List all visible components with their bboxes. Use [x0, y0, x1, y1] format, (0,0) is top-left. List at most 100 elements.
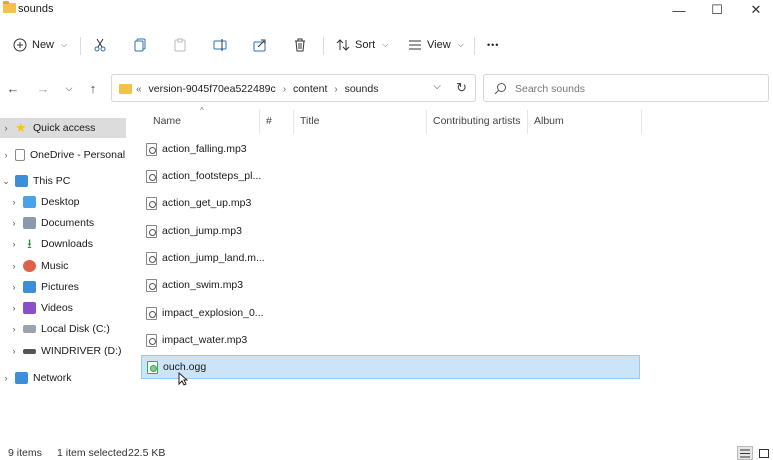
more-options-button[interactable]: ••• [487, 35, 499, 55]
audio-file-icon [146, 333, 157, 347]
file-row[interactable]: action_falling.mp3 [141, 137, 640, 161]
maximize-button[interactable]: ☐ [698, 0, 736, 20]
file-name: action_jump_land.m... [162, 252, 265, 264]
column-divider[interactable] [527, 110, 528, 134]
column-header-album[interactable]: Album [534, 115, 564, 127]
column-divider[interactable] [293, 110, 294, 134]
address-bar[interactable]: « version-9045f70ea522489c › content › s… [111, 74, 476, 102]
collapse-chevron-icon[interactable]: ⌄ [0, 176, 12, 187]
expand-chevron-icon[interactable]: › [0, 123, 12, 133]
refresh-icon[interactable]: ↻ [456, 80, 467, 96]
sidebar-item-label: Network [33, 372, 72, 384]
toolbar-divider [80, 37, 81, 55]
expand-chevron-icon[interactable]: › [8, 239, 20, 249]
forward-button[interactable]: → [33, 78, 53, 98]
breadcrumb-item[interactable]: version-9045f70ea522489c [148, 83, 275, 95]
view-label: View [427, 39, 451, 51]
sidebar-item-downloads[interactable]: › ⭳ Downloads [0, 234, 126, 254]
overflow-chevron[interactable]: « [136, 84, 142, 95]
breadcrumb-item[interactable]: sounds [345, 83, 379, 95]
file-row[interactable]: action_footsteps_pl... [141, 164, 640, 188]
share-button[interactable] [253, 35, 267, 55]
column-divider[interactable] [426, 110, 427, 134]
folder-icon [119, 84, 132, 94]
mouse-cursor-icon [178, 372, 188, 386]
sidebar-item-quick-access[interactable]: › ★ Quick access [0, 118, 126, 138]
sort-label: Sort [355, 39, 376, 51]
expand-chevron-icon[interactable]: › [0, 150, 12, 160]
chevron-down-icon[interactable]: ⌵ [433, 81, 441, 92]
minimize-button[interactable]: — [660, 0, 698, 20]
search-box[interactable] [483, 74, 769, 102]
expand-chevron-icon[interactable]: › [0, 373, 12, 383]
file-row[interactable]: impact_water.mp3 [141, 328, 640, 352]
file-row-selected[interactable]: ouch.ogg [141, 355, 640, 379]
cut-button[interactable] [93, 35, 107, 55]
copy-button[interactable] [133, 35, 147, 55]
close-button[interactable]: ✕ [737, 0, 773, 20]
expand-chevron-icon[interactable]: › [8, 282, 20, 292]
sidebar-item-videos[interactable]: › Videos [0, 298, 126, 318]
new-label: New [32, 39, 55, 51]
breadcrumb-separator: › [334, 84, 338, 95]
sidebar-item-label: WINDRIVER (D:) [41, 345, 122, 357]
file-row[interactable]: action_jump.mp3 [141, 219, 640, 243]
sidebar-item-desktop[interactable]: › Desktop [0, 192, 126, 212]
drive-icon [23, 348, 36, 354]
delete-button[interactable] [293, 35, 307, 55]
column-header-name[interactable]: Name [153, 115, 181, 127]
column-headers: ^ Name # Title Contributing artists Albu… [141, 106, 661, 134]
column-divider[interactable] [259, 110, 260, 134]
recent-locations-button[interactable]: ⌵ [59, 78, 79, 98]
file-row[interactable]: impact_explosion_0... [141, 301, 640, 325]
expand-chevron-icon[interactable]: › [8, 324, 20, 334]
expand-chevron-icon[interactable]: › [8, 261, 20, 271]
column-divider[interactable] [641, 110, 642, 134]
new-button[interactable]: New ⌵ [13, 35, 67, 55]
sidebar-item-onedrive[interactable]: › OneDrive - Personal [0, 145, 126, 165]
sidebar-item-windriver[interactable]: › WINDRIVER (D:) [0, 341, 126, 361]
sidebar-item-label: Videos [41, 302, 73, 314]
sort-button[interactable]: Sort ⌵ [336, 35, 388, 55]
sidebar-item-this-pc[interactable]: ⌄ This PC [0, 171, 126, 191]
expand-chevron-icon[interactable]: › [8, 218, 20, 228]
sidebar-item-network[interactable]: › Network [0, 368, 126, 388]
chevron-down-icon: ⌵ [61, 40, 68, 49]
sidebar-item-local-disk[interactable]: › Local Disk (C:) [0, 319, 126, 339]
paste-button[interactable] [173, 35, 187, 55]
column-header-title[interactable]: Title [300, 115, 319, 127]
document-icon [15, 149, 25, 161]
expand-chevron-icon[interactable]: › [8, 197, 20, 207]
copy-icon [134, 38, 146, 52]
search-input[interactable] [515, 81, 755, 97]
expand-chevron-icon[interactable]: › [8, 303, 20, 313]
sidebar-item-pictures[interactable]: › Pictures [0, 277, 126, 297]
back-button[interactable]: ← [3, 78, 23, 98]
rename-button[interactable] [213, 35, 227, 55]
column-header-number[interactable]: # [266, 115, 272, 127]
file-name: action_footsteps_pl... [162, 170, 262, 182]
file-row[interactable]: action_jump_land.m... [141, 246, 640, 270]
breadcrumb-item[interactable]: content [293, 83, 327, 95]
navigation-pane: › ★ Quick access › OneDrive - Personal ⌄… [0, 112, 127, 432]
up-button[interactable]: ↑ [83, 78, 103, 98]
file-row[interactable]: action_get_up.mp3 [141, 191, 640, 215]
address-row: ← → ⌵ ↑ « version-9045f70ea522489c › con… [0, 72, 773, 104]
breadcrumb: « version-9045f70ea522489c › content › s… [136, 83, 382, 95]
music-icon [23, 260, 36, 272]
view-button[interactable]: View ⌵ [408, 35, 464, 55]
sort-ascending-icon: ^ [200, 106, 204, 115]
sidebar-item-label: Local Disk (C:) [41, 323, 110, 335]
chevron-down-icon: ⌵ [457, 40, 464, 49]
ogg-file-icon [147, 360, 158, 374]
column-header-contributing-artists[interactable]: Contributing artists [433, 115, 521, 127]
tiles-view-button[interactable] [756, 446, 772, 460]
pictures-icon [23, 281, 36, 293]
sidebar-item-documents[interactable]: › Documents [0, 213, 126, 233]
expand-chevron-icon[interactable]: › [8, 346, 20, 356]
sidebar-item-music[interactable]: › Music [0, 256, 126, 276]
sidebar-item-label: This PC [33, 175, 71, 187]
audio-file-icon [146, 169, 157, 183]
details-view-button[interactable] [737, 446, 753, 460]
file-row[interactable]: action_swim.mp3 [141, 273, 640, 297]
